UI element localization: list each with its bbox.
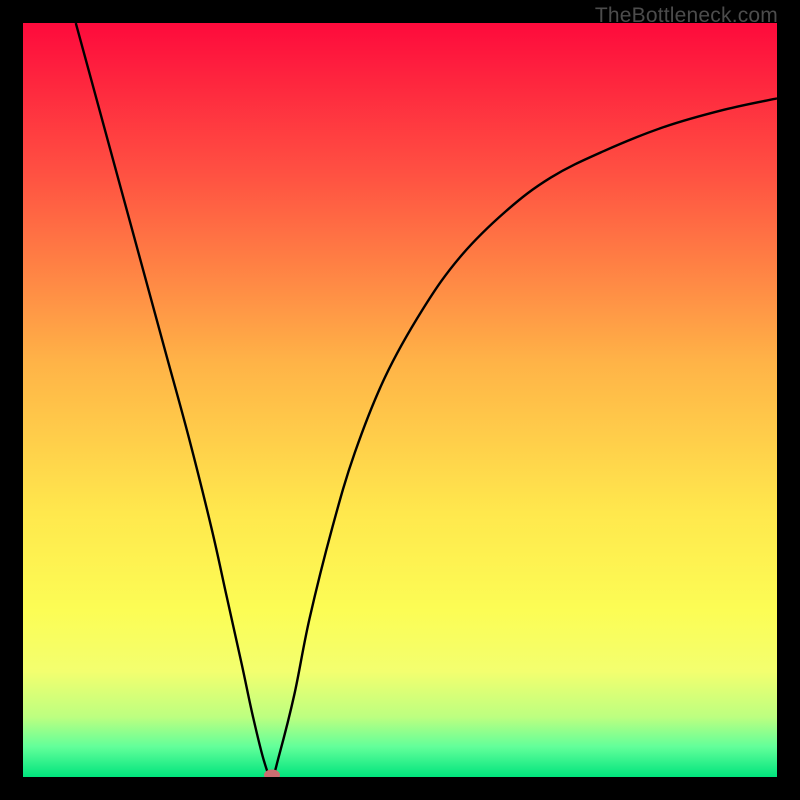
curve-layer [23, 23, 777, 777]
chart-canvas: TheBottleneck.com [0, 0, 800, 800]
bottleneck-curve [76, 23, 777, 777]
plot-area [23, 23, 777, 777]
watermark-text: TheBottleneck.com [595, 4, 778, 28]
minimum-marker [264, 770, 280, 778]
